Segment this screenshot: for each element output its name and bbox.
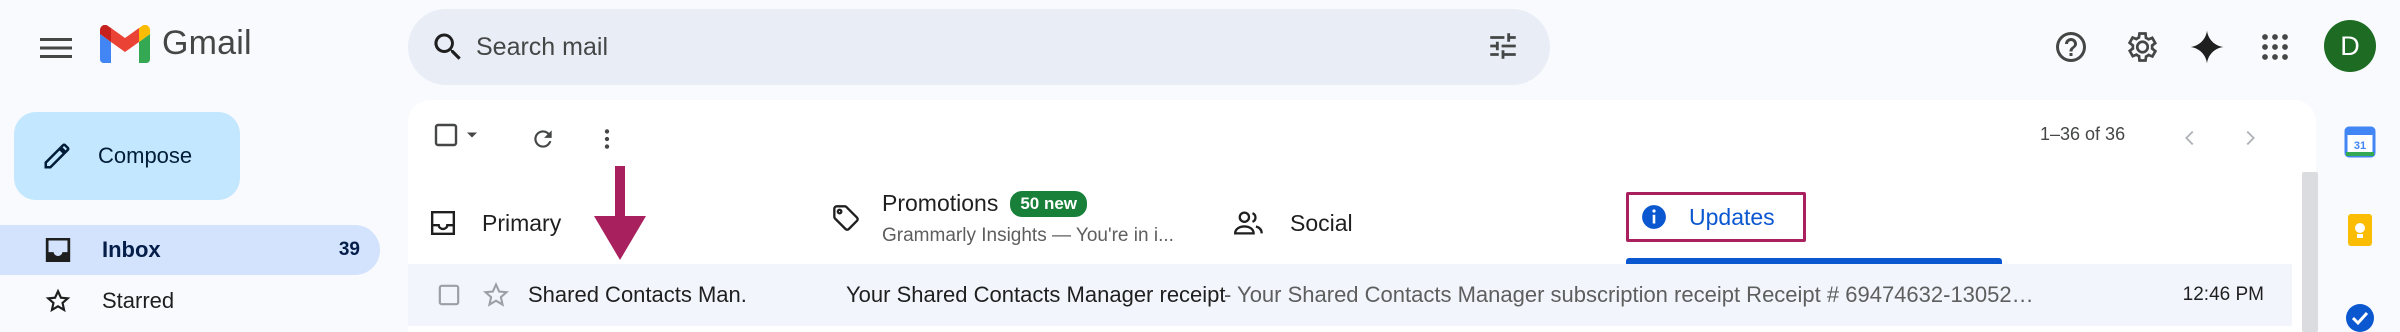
tab-label: Social	[1290, 209, 1353, 236]
gmail-m-icon	[100, 24, 150, 63]
gear-icon	[2127, 32, 2158, 62]
tab-primary[interactable]: Primary	[430, 186, 561, 260]
inbox-icon	[430, 211, 456, 235]
google-apps-button[interactable]	[2252, 24, 2298, 70]
main-menu-button[interactable]	[28, 22, 84, 74]
search-icon[interactable]	[430, 29, 466, 65]
calendar-icon[interactable]: 31	[2344, 126, 2376, 158]
email-subject: Your Shared Contacts Manager receipt	[846, 282, 1226, 307]
scrollbar[interactable]	[2302, 172, 2318, 332]
help-icon	[2056, 32, 2086, 62]
sidebar-item-label: Starred	[102, 288, 175, 313]
newer-button[interactable]	[2170, 118, 2210, 158]
sparkle-icon	[2190, 30, 2224, 64]
star-icon	[44, 288, 72, 314]
tab-label: Updates	[1689, 203, 1775, 230]
tab-label: Primary	[482, 209, 562, 236]
tab-label: Promotions	[882, 190, 999, 216]
promotions-snippet: Grammarly Insights — You're in i...	[882, 225, 1174, 246]
pencil-icon	[44, 143, 70, 169]
annotation-arrow-icon	[594, 166, 646, 260]
tag-icon	[833, 205, 859, 231]
email-snippet: - Your Shared Contacts Manager subscript…	[1224, 282, 2034, 307]
sidebar-item-inbox[interactable]: Inbox 39	[0, 225, 380, 275]
tab-promotions[interactable]: Promotions 50 new Grammarly Insights — Y…	[832, 186, 1174, 260]
checkbox-icon	[434, 123, 458, 147]
refresh-icon	[534, 130, 552, 148]
avatar[interactable]: D	[2324, 20, 2376, 72]
star-icon[interactable]	[482, 281, 510, 309]
people-icon	[1234, 211, 1263, 235]
hamburger-icon	[40, 38, 72, 58]
gemini-button[interactable]	[2184, 24, 2230, 70]
email-time: 12:46 PM	[2182, 284, 2264, 305]
compose-label: Compose	[98, 143, 193, 168]
info-icon	[1642, 205, 1666, 229]
tasks-icon[interactable]	[2344, 302, 2376, 332]
promotions-title-row: Promotions 50 new	[882, 190, 1174, 217]
refresh-button[interactable]	[522, 118, 564, 160]
pagination-text: 1–36 of 36	[2040, 124, 2126, 144]
table-row[interactable]: Shared Contacts Man. Your Shared Contact…	[408, 264, 2292, 326]
gmail-logo[interactable]: Gmail	[100, 24, 252, 63]
promotions-content: Promotions 50 new Grammarly Insights — Y…	[882, 190, 1174, 247]
tab-updates[interactable]: Updates	[1626, 192, 1806, 242]
older-button[interactable]	[2230, 118, 2270, 158]
keep-icon[interactable]	[2344, 214, 2376, 246]
search-input[interactable]	[476, 27, 1376, 67]
email-sender: Shared Contacts Man.	[528, 282, 747, 307]
apps-grid-icon	[2262, 34, 2288, 60]
chevron-right-icon	[2246, 130, 2255, 146]
gmail-wordmark: Gmail	[162, 24, 252, 62]
select-all-checkbox[interactable]	[434, 123, 482, 147]
tab-social[interactable]: Social	[1234, 186, 1353, 260]
unread-count: 39	[338, 239, 360, 260]
row-checkbox[interactable]	[438, 284, 460, 306]
search-bar[interactable]	[408, 9, 1550, 85]
sidebar-item-label: Inbox	[102, 237, 161, 262]
search-options-icon[interactable]	[1486, 29, 1520, 63]
support-button[interactable]	[2048, 24, 2094, 70]
more-actions-button[interactable]	[586, 118, 628, 160]
svg-text:31: 31	[2354, 140, 2366, 152]
settings-button[interactable]	[2118, 24, 2164, 70]
chevron-left-icon	[2185, 130, 2194, 146]
inbox-icon	[44, 238, 72, 262]
more-vert-icon	[604, 129, 610, 149]
sidebar-item-starred[interactable]: Starred	[0, 276, 380, 326]
chevron-down-icon[interactable]	[462, 125, 482, 145]
compose-button[interactable]: Compose	[14, 112, 240, 200]
new-count-badge: 50 new	[1010, 190, 1088, 217]
